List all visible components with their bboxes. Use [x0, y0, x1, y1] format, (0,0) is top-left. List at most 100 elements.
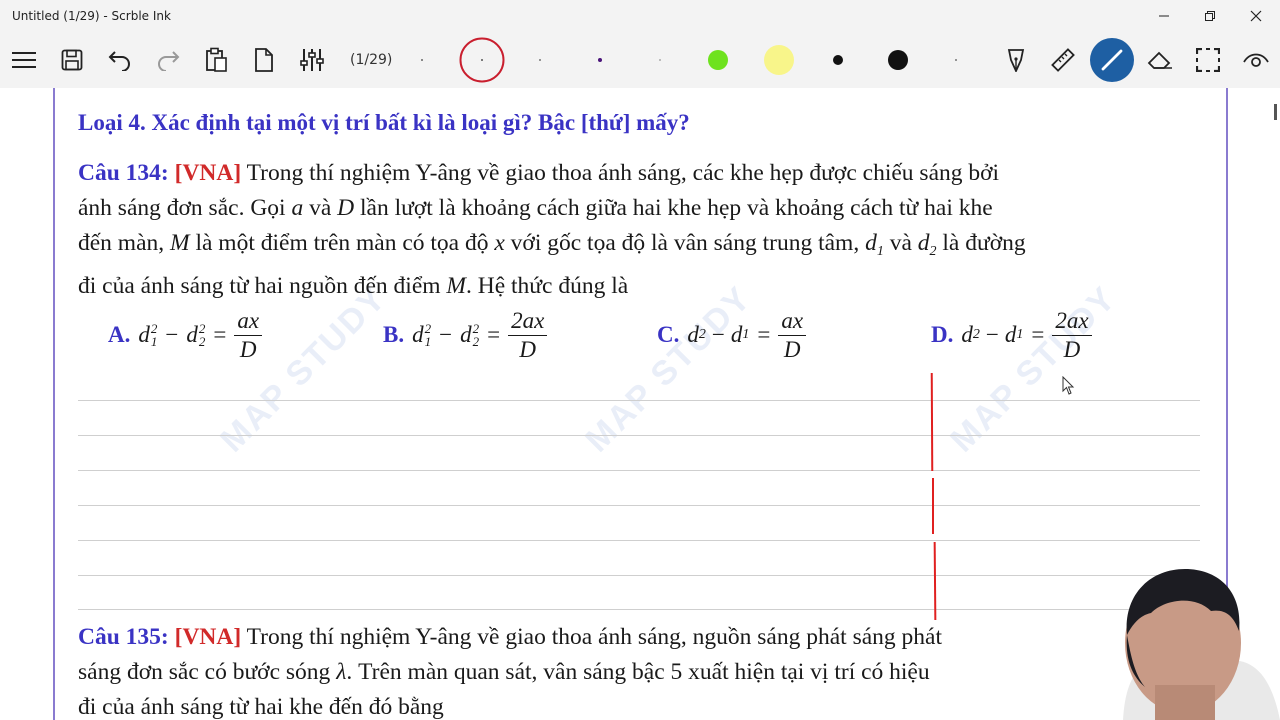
fountain-pen-tool[interactable]	[1002, 46, 1030, 74]
pen-color-green[interactable]	[706, 48, 730, 72]
title-bar: Untitled (1/29) - Scrble Ink	[0, 0, 1280, 32]
q134-line-2: ánh sáng đơn sắc. Gọi a và D lần lượt là…	[78, 191, 1208, 226]
pen-size-tiny[interactable]	[414, 52, 430, 68]
var-lambda: λ	[336, 659, 347, 685]
black-dot-icon	[833, 55, 843, 65]
option-letter: B.	[383, 322, 405, 347]
pen-color-purple[interactable]	[592, 52, 608, 68]
page-icon	[255, 48, 273, 72]
option-letter: D.	[931, 322, 954, 347]
var-d: d	[412, 322, 424, 347]
var-M: M	[446, 273, 466, 299]
pen-size-dot[interactable]	[948, 52, 964, 68]
dot-icon	[955, 59, 957, 61]
close-icon	[1250, 10, 1262, 22]
restore-button[interactable]	[1187, 0, 1233, 32]
text: . Trên màn quan sát, vân sáng bậc 5 xuất…	[346, 659, 930, 685]
fraction: 2ax D	[508, 307, 548, 364]
option-letter: C.	[657, 322, 680, 347]
toolbar: (1/29)	[0, 32, 1280, 88]
green-dot-icon	[708, 50, 728, 70]
view-mode-button[interactable]	[1242, 46, 1270, 74]
close-button[interactable]	[1233, 0, 1279, 32]
dot-icon	[421, 59, 423, 61]
scrollbar-thumb[interactable]	[1274, 104, 1277, 120]
presenter-webcam-overlay	[1115, 565, 1280, 720]
subscript: 2	[698, 327, 706, 342]
save-button[interactable]	[58, 46, 86, 74]
text: và	[883, 230, 918, 256]
equals-sign: =	[487, 322, 501, 347]
page-indicator[interactable]: (1/29)	[350, 52, 392, 68]
pen-size-small[interactable]	[532, 52, 548, 68]
sup-sub: 22	[199, 322, 206, 348]
ruled-line	[78, 435, 1200, 436]
selected-ring-icon	[459, 37, 505, 83]
denominator: D	[519, 336, 536, 362]
pen-color-black-small[interactable]	[828, 50, 848, 70]
var-d: d	[687, 322, 699, 347]
section-heading: Loại 4. Xác định tại một vị trí bất kì l…	[78, 110, 690, 135]
select-box-icon	[1196, 48, 1220, 72]
redo-icon	[158, 51, 180, 71]
pen-color-black-large[interactable]	[884, 46, 912, 74]
eraser-tool[interactable]	[1146, 46, 1174, 74]
subscript: 1	[876, 244, 884, 259]
save-icon	[61, 49, 83, 71]
option-d: D. d2 − d1 = 2ax D	[931, 300, 1092, 370]
paste-button[interactable]	[202, 46, 230, 74]
numerator: 2ax	[1052, 307, 1092, 336]
question-134: Câu 134: [VNA] Trong thí nghiệm Y-âng về…	[78, 156, 1208, 304]
equals-sign: =	[213, 322, 227, 347]
pen-size-selected[interactable]	[459, 37, 505, 83]
ruled-line	[78, 575, 1200, 576]
text: đi của ánh sáng từ hai nguồn đến điểm	[78, 273, 447, 299]
eraser-icon	[1147, 51, 1172, 69]
highlighter-yellow[interactable]	[761, 42, 797, 78]
yellow-dot-icon	[764, 45, 794, 75]
redo-button[interactable]	[154, 46, 182, 74]
question-tag: [VNA]	[174, 160, 242, 186]
subscript: 1	[742, 327, 750, 342]
question-135: Câu 135: [VNA] Trong thí nghiệm Y-âng về…	[78, 620, 1208, 720]
text: . Hệ thức đúng là	[466, 273, 629, 299]
ruled-line	[78, 505, 1200, 506]
menu-button[interactable]	[8, 46, 40, 74]
pen-tool-active[interactable]	[1090, 38, 1134, 82]
ruler-icon	[1051, 48, 1075, 72]
option-b: B. d21 − d22 = 2ax D	[383, 300, 548, 370]
fraction: ax D	[778, 307, 807, 364]
var-D: D	[337, 195, 355, 221]
pen-size-faint[interactable]	[652, 52, 668, 68]
settings-button[interactable]	[298, 46, 326, 74]
q135-line-1: Câu 135: [VNA] Trong thí nghiệm Y-âng về…	[78, 620, 1208, 655]
minimize-button[interactable]	[1141, 0, 1187, 32]
new-page-button[interactable]	[250, 46, 278, 74]
numerator: 2ax	[508, 307, 548, 336]
denominator: D	[783, 336, 801, 362]
ruled-line	[78, 540, 1200, 541]
hamburger-icon	[12, 52, 36, 68]
minus-sign: −	[985, 322, 999, 347]
var-d: d	[138, 322, 150, 347]
var-d: d	[730, 322, 743, 347]
pen-active-icon	[1090, 38, 1134, 82]
text: và	[303, 195, 338, 221]
subscript: 1	[424, 334, 432, 349]
ruler-tool[interactable]	[1049, 46, 1077, 74]
text: đến màn,	[78, 230, 171, 256]
question-tag: [VNA]	[174, 624, 242, 650]
selection-tool[interactable]	[1194, 46, 1222, 74]
clipboard-icon	[206, 47, 227, 72]
subscript: 2	[972, 327, 980, 342]
ink-stroke[interactable]	[932, 478, 934, 534]
q135-line-3: đi của ánh sáng từ hai khe đến đó bằng	[78, 694, 444, 720]
question-label: Câu 135:	[78, 624, 169, 650]
sup-sub: 21	[425, 322, 432, 348]
text: sáng đơn sắc có bước sóng	[78, 659, 337, 685]
q134-line-1: Câu 134: [VNA] Trong thí nghiệm Y-âng về…	[78, 156, 1208, 191]
ruled-line	[78, 470, 1200, 471]
undo-button[interactable]	[106, 46, 134, 74]
equals-sign: =	[1031, 322, 1045, 347]
subscript: 2	[198, 334, 206, 349]
